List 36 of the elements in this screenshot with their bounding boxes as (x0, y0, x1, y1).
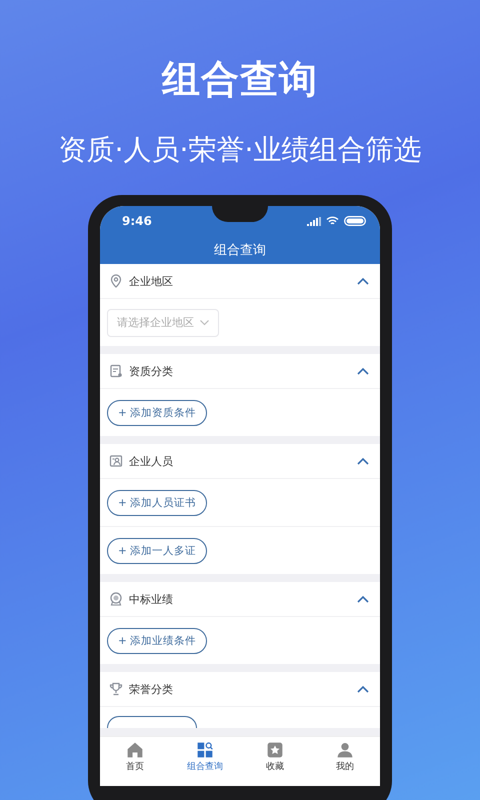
chevron-up-icon[interactable] (357, 457, 369, 465)
person-icon (336, 741, 354, 759)
grid-search-icon (196, 741, 214, 759)
section-title: 企业人员 (129, 454, 174, 468)
chevron-up-icon[interactable] (357, 685, 369, 693)
chevron-down-icon (200, 320, 209, 326)
tab[interactable]: 首页 (100, 737, 170, 786)
camera-notch (212, 206, 268, 222)
wifi-icon (326, 216, 339, 226)
tab[interactable]: 我的 (310, 737, 380, 786)
section-title: 中标业绩 (129, 592, 174, 606)
chevron-up-icon[interactable] (357, 595, 369, 603)
chevron-up-icon[interactable] (357, 277, 369, 285)
pin-icon (109, 274, 123, 288)
add-condition-button[interactable]: + 添加资质条件 (107, 400, 208, 426)
battery-icon (344, 216, 366, 226)
add-condition-button[interactable]: + 添加一人多证 (107, 538, 208, 564)
tab[interactable]: 收藏 (240, 737, 310, 786)
tagline: 资质·人员·荣誉·业绩组合筛选 (58, 132, 422, 168)
status-time: 9:46 (122, 214, 152, 228)
person-card-icon (109, 454, 123, 468)
section-title: 企业地区 (129, 274, 174, 288)
home-icon (126, 741, 144, 759)
medal-icon (109, 592, 123, 606)
add-condition-button[interactable] (107, 716, 197, 728)
chevron-up-icon[interactable] (357, 367, 369, 375)
trophy-icon (109, 682, 123, 696)
add-condition-button[interactable]: + 添加人员证书 (107, 490, 208, 516)
section-title: 荣誉分类 (129, 682, 174, 696)
document-icon (109, 364, 123, 378)
headline: 组合查询 (162, 56, 318, 103)
signal-icon (307, 216, 321, 226)
header-title: 组合查询 (214, 242, 266, 259)
add-condition-button[interactable]: + 添加业绩条件 (107, 628, 208, 654)
tab[interactable]: 组合查询 (170, 737, 240, 786)
section-title: 资质分类 (129, 364, 174, 378)
